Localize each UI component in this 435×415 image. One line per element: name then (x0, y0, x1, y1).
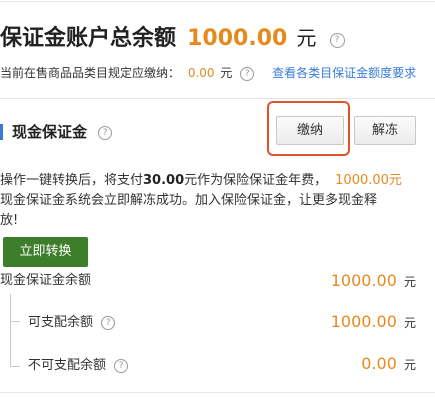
description-line-2: 现金保证金系统会立即解冻成功。加入保险保证金，让更多现金释 (0, 193, 378, 208)
page-title: 保证金账户总余额 (0, 26, 177, 51)
convert-now-button[interactable]: 立即转换 (3, 237, 88, 267)
description-line-3: 放! (0, 213, 19, 228)
unavailable-balance-row: 0.00 元 (361, 353, 416, 376)
description-line-1: 操作一键转换后，将支付30.00元作为保险保证金年费， 1000.00元 (0, 171, 435, 191)
help-icon[interactable]: ? (98, 125, 113, 140)
available-balance-label-row: 可支配余额 ? (28, 313, 116, 333)
section-divider (0, 98, 435, 99)
unfreeze-button[interactable]: 解冻 (354, 116, 416, 145)
help-icon[interactable]: ? (329, 33, 345, 48)
unavailable-balance-unit: 元 (403, 358, 416, 372)
required-deposit-amount: 0.00 (187, 66, 215, 80)
help-icon[interactable]: ? (240, 66, 255, 81)
convert-description: 操作一键转换后，将支付30.00元作为保险保证金年费， 1000.00元 现金保证… (0, 171, 435, 231)
total-unit: 元 (296, 26, 317, 50)
account-header: 保证金账户总余额 1000.00 元 ? (0, 20, 345, 56)
tree-line-branch (10, 366, 20, 367)
top-divider (0, 1, 435, 2)
cash-deposit-heading: 现金保证金 ? (12, 120, 113, 144)
cash-balance-value: 1000.00 (330, 271, 397, 290)
unavailable-balance-label: 不可支配余额 (28, 358, 107, 373)
cash-balance-row: 1000.00 元 (331, 270, 416, 293)
available-balance-label: 可支配余额 (28, 315, 94, 330)
available-balance-value: 1000.00 (330, 312, 397, 331)
required-deposit-unit: 元 (220, 66, 233, 80)
required-deposit-row: 当前在售商品品类目规定应缴纳： 0.00 元 ? 查看各类目保证金额度要求 (0, 64, 416, 82)
section-marker (0, 124, 3, 140)
unavailable-balance-label-row: 不可支配余额 ? (28, 356, 129, 376)
required-deposit-label: 当前在售商品品类目规定应缴纳： (0, 66, 181, 80)
cash-deposit-title: 现金保证金 (12, 123, 88, 141)
available-balance-row: 1000.00 元 (331, 311, 416, 334)
unavailable-balance-value: 0.00 (361, 354, 397, 373)
cash-balance-label: 现金保证金余额 (0, 273, 92, 288)
total-amount: 1000.00 (187, 26, 288, 51)
description-amount: 1000.00元 (335, 173, 402, 188)
available-balance-unit: 元 (403, 316, 416, 330)
description-middle: 元作为保险保证金年费， (184, 173, 328, 188)
help-icon[interactable]: ? (101, 315, 116, 330)
tree-line-vertical (10, 294, 11, 367)
view-category-requirements-link[interactable]: 查看各类目保证金额度要求 (272, 66, 416, 80)
annual-fee: 30.00 (143, 173, 185, 188)
cash-balance-unit: 元 (403, 275, 416, 289)
help-icon[interactable]: ? (114, 358, 129, 373)
bottom-divider (0, 392, 435, 393)
description-prefix: 操作一键转换后，将支付 (0, 173, 144, 188)
pay-button[interactable]: 缴纳 (276, 116, 344, 145)
tree-line-branch (10, 321, 20, 322)
